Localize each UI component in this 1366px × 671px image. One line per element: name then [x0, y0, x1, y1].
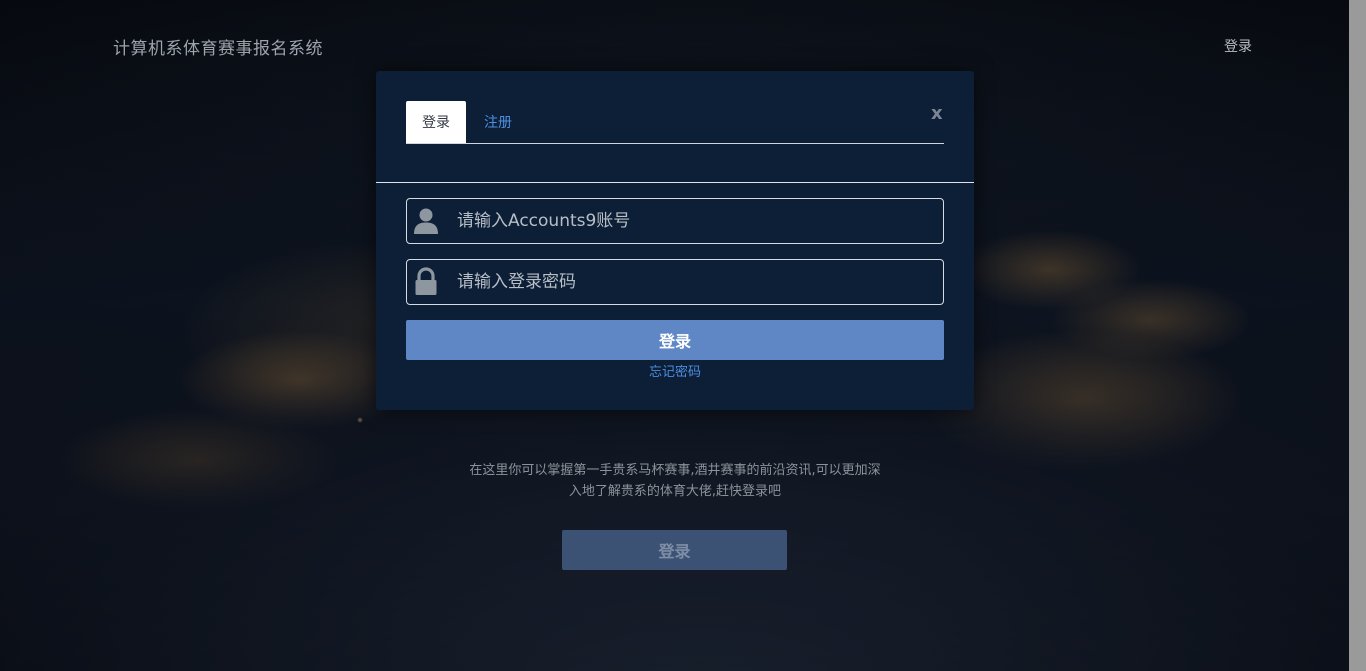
modal-tabs: 登录 注册 [406, 101, 944, 144]
tab-login[interactable]: 登录 [406, 101, 466, 143]
forgot-password-link[interactable]: 忘记密码 [376, 361, 974, 380]
login-submit-button[interactable]: 登录 [406, 320, 944, 360]
password-input[interactable] [457, 260, 927, 304]
intro-line-1: 在这里你可以掌握第一手贵系马杯赛事,酒井赛事的前沿资讯,可以更加深 [469, 463, 881, 478]
close-button[interactable]: x [931, 103, 943, 124]
page-login-button[interactable]: 登录 [562, 530, 787, 570]
page-scrollbar[interactable] [1349, 0, 1366, 671]
header-login-link[interactable]: 登录 [1224, 36, 1252, 56]
username-field[interactable] [406, 198, 944, 244]
login-modal: 登录 注册 x 登录 忘记密码 [376, 71, 974, 410]
lock-icon [415, 267, 437, 295]
intro-line-2: 入地了解贵系的体育大佬,赶快登录吧 [568, 484, 782, 499]
intro-text: 在这里你可以掌握第一手贵系马杯赛事,酒井赛事的前沿资讯,可以更加深 入地了解贵系… [440, 460, 910, 502]
username-input[interactable] [457, 199, 927, 243]
modal-divider [376, 182, 974, 183]
tab-register[interactable]: 注册 [466, 101, 530, 143]
user-icon [414, 208, 438, 234]
site-title: 计算机系体育赛事报名系统 [113, 39, 323, 59]
password-field[interactable] [406, 259, 944, 305]
